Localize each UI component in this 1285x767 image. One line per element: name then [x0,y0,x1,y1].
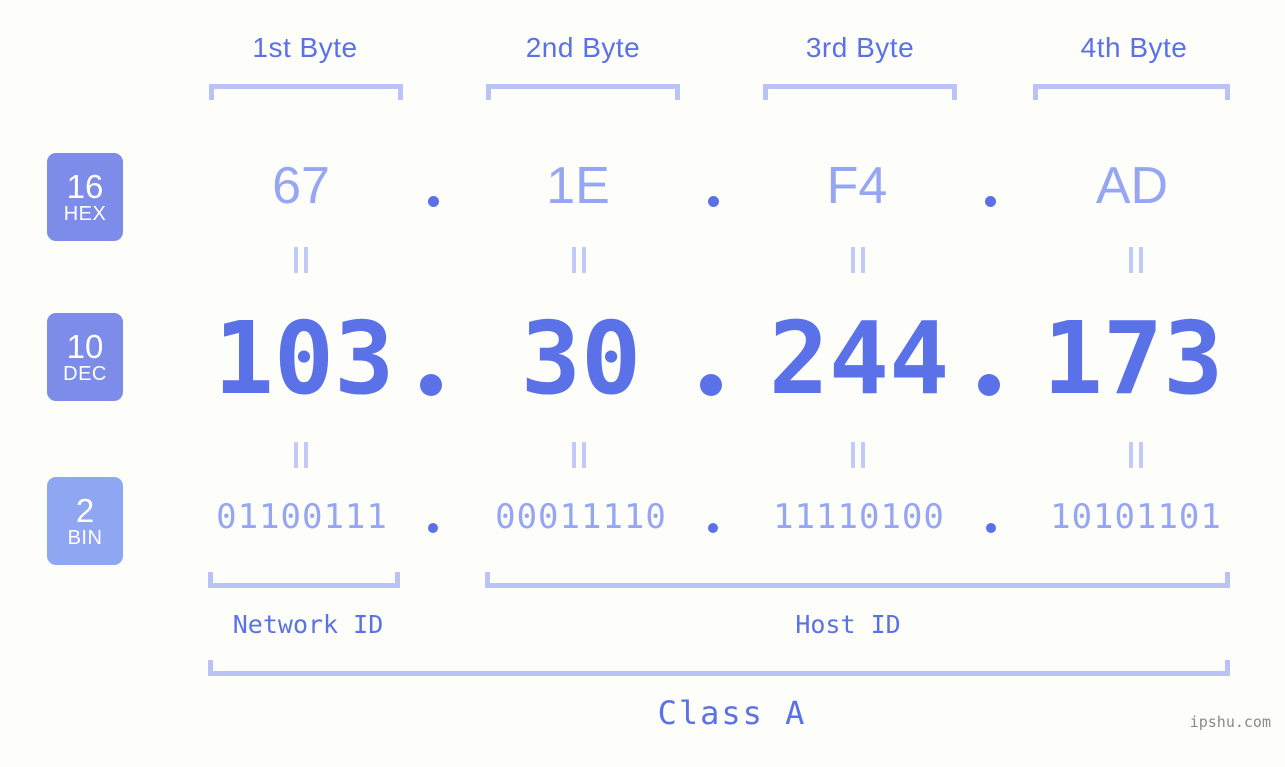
bin-base-number: 2 [75,491,95,529]
hex-value-1: 67 [272,157,330,215]
hex-base-number: 16 [66,167,104,205]
bin-separator-dot-2 [708,523,718,533]
dec-base-number: 10 [66,327,104,365]
dec-separator-dot-3 [978,374,1000,396]
byte-header-2: 2nd Byte [525,32,641,63]
site-watermark: ipshu.com [1189,713,1271,731]
byte-header-3: 3rd Byte [805,32,915,63]
hex-value-2: 1E [546,157,610,215]
class-label: Class A [657,694,807,732]
equals-mark-dec-bin-3 [851,442,865,468]
equals-mark-hex-dec-1 [294,247,308,273]
host-id-label: Host ID [795,610,901,639]
bin-separator-dot-1 [428,523,438,533]
equals-mark-hex-dec-4 [1129,247,1143,273]
dec-base-system: DEC [63,362,107,385]
class-bracket [208,660,1230,676]
byte-header-1: 1st Byte [252,32,358,63]
equals-mark-dec-bin-4 [1129,442,1143,468]
dec-value-1: 103 [213,300,395,417]
byte-bracket-4 [1033,84,1230,100]
network-id-label: Network ID [232,610,384,639]
bin-value-1: 01100111 [216,497,388,537]
dec-value-2: 30 [520,300,642,417]
ip-address-breakdown-diagram: 1st Byte 2nd Byte 3rd Byte 4th Byte 16 H… [0,0,1285,767]
byte-header-4: 4th Byte [1080,32,1188,63]
equals-mark-dec-bin-1 [294,442,308,468]
bin-base-badge: 2 BIN [47,477,123,565]
dec-base-badge: 10 DEC [47,313,123,401]
equals-mark-hex-dec-2 [572,247,586,273]
equals-mark-dec-bin-2 [572,442,586,468]
hex-separator-dot-3 [985,196,996,207]
hex-base-badge: 16 HEX [47,153,123,241]
equals-mark-hex-dec-3 [851,247,865,273]
bin-base-system: BIN [67,526,103,549]
hex-value-4: AD [1095,157,1169,215]
byte-bracket-2 [486,84,680,100]
bin-value-4: 10101101 [1050,497,1222,537]
hex-separator-dot-2 [708,196,719,207]
dec-separator-dot-2 [700,374,722,396]
byte-bracket-3 [763,84,957,100]
dec-value-4: 173 [1042,300,1224,417]
hex-separator-dot-1 [428,196,439,207]
hex-value-3: F4 [826,157,888,215]
bin-value-2: 00011110 [495,497,667,537]
dec-value-3: 244 [768,300,950,417]
bin-value-3: 11110100 [773,497,945,537]
network-id-bracket [208,572,400,588]
host-id-bracket [485,572,1230,588]
dec-separator-dot-1 [420,374,442,396]
hex-base-system: HEX [63,202,107,225]
byte-bracket-1 [209,84,403,100]
bin-separator-dot-3 [986,523,996,533]
